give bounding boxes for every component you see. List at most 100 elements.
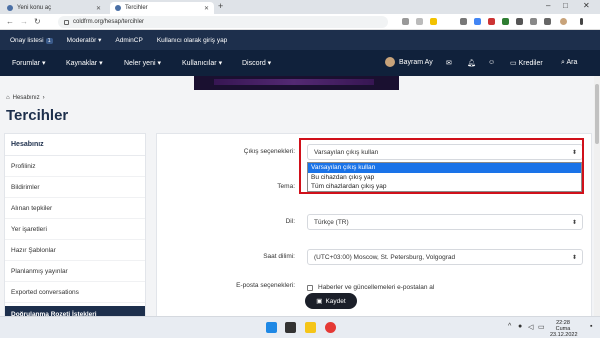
scrollbar-thumb[interactable]	[595, 84, 599, 144]
logout-style-dropdown: Varsayılan çıkış kullan Bu cihazdan çıkı…	[307, 162, 582, 192]
extension-icon[interactable]	[474, 18, 481, 25]
chevron-up-icon[interactable]: ^	[508, 323, 511, 330]
start-icon[interactable]	[266, 322, 277, 333]
battery-icon[interactable]: ▭	[538, 323, 545, 331]
sidebar-item-templates[interactable]: Hazır Şablonlar	[5, 240, 145, 261]
system-clock[interactable]: 22:28 Cuma 23.12.2022	[550, 320, 578, 338]
language-value: Türkçe (TR)	[314, 218, 349, 226]
sidebar-heading: Hesabınız	[5, 134, 145, 156]
user-menu[interactable]: Bayram Ay	[385, 57, 433, 67]
site-banner-image	[194, 76, 399, 90]
breadcrumb: ⌂ Hesabınız ›	[6, 95, 45, 101]
forward-icon[interactable]: →	[20, 17, 28, 26]
extension-icon[interactable]	[516, 18, 523, 25]
bell-icon[interactable]: 🔔︎	[467, 59, 476, 67]
sidebar-item-exported[interactable]: Exported conversations	[5, 282, 145, 303]
page-title: Tercihler	[6, 107, 69, 124]
close-window-button[interactable]: ✕	[583, 1, 590, 10]
timezone-select[interactable]: (UTC+03:00) Moscow, St. Petersburg, Volg…	[307, 249, 583, 265]
approval-count-badge: 1	[45, 37, 53, 44]
save-icon: ▣	[316, 298, 323, 305]
admincp-link[interactable]: AdminCP	[115, 37, 142, 44]
tab-tercihler[interactable]: Tercihler ✕	[110, 2, 214, 14]
nav-discord[interactable]: Discord ▾	[242, 59, 271, 67]
nav-forums[interactable]: Forumlar ▾	[12, 59, 45, 67]
home-icon[interactable]: ⌂	[6, 95, 10, 101]
profile-avatar-icon[interactable]	[560, 18, 567, 25]
account-sidebar: Hesabınız Profiliniz Bildirimler Alınan …	[4, 133, 146, 338]
task-view-icon[interactable]	[285, 322, 296, 333]
windows-taskbar: ^ ● ◁ ▭ 22:28 Cuma 23.12.2022 ▪	[0, 316, 600, 338]
page-scrollbar[interactable]	[594, 76, 600, 316]
user-name: Bayram Ay	[399, 58, 433, 66]
inbox-icon[interactable]: ✉	[446, 59, 452, 67]
tab-yeni-konu[interactable]: Yeni konu aç ✕	[2, 2, 106, 14]
main-nav: Forumlar ▾ Kaynaklar ▾ Neler yeni ▾ Kull…	[0, 50, 600, 76]
breadcrumb-separator: ›	[42, 95, 45, 101]
select-arrow-icon: ⬍	[571, 254, 577, 261]
extension-icon[interactable]	[402, 18, 409, 25]
site-favicon-icon	[7, 5, 13, 11]
language-select[interactable]: Türkçe (TR) ⬍	[307, 214, 583, 230]
back-icon[interactable]: ←	[6, 17, 14, 26]
puzzle-icon[interactable]	[530, 18, 537, 25]
email-options-label: E-posta seçenekleri:	[236, 282, 295, 289]
save-label: Kaydet	[325, 297, 346, 305]
notification-icon[interactable]: ▪	[590, 323, 592, 330]
new-tab-button[interactable]: +	[218, 1, 223, 11]
timezone-label: Saat dilimi:	[263, 253, 295, 260]
close-tab-icon[interactable]: ✕	[204, 5, 209, 12]
speaker-icon[interactable]: ◁	[528, 323, 533, 331]
browser-tab-strip: Yeni konu aç ✕ Tercihler ✕ + ‒ □ ✕	[0, 0, 600, 14]
search-link[interactable]: ⌕ Ara	[561, 59, 577, 67]
credits-link[interactable]: ▭ Krediler	[510, 59, 543, 67]
chrome-icon[interactable]	[325, 322, 336, 333]
select-arrow-icon: ⬍	[571, 219, 577, 226]
sidebar-item-notifications[interactable]: Bildirimler	[5, 177, 145, 198]
approval-queue-link[interactable]: Onay listesi 1	[10, 37, 53, 44]
url-text: coldfrm.org/hesap/tercihler	[73, 19, 145, 25]
sidebar-item-bookmarks[interactable]: Yer işaretleri	[5, 219, 145, 240]
logout-style-label: Çıkış seçenekleri:	[243, 148, 295, 155]
option-default-logout[interactable]: Varsayılan çıkış kullan	[308, 163, 581, 173]
moderator-menu[interactable]: Moderatör ▾	[67, 36, 102, 44]
nav-resources[interactable]: Kaynaklar ▾	[66, 59, 103, 67]
file-explorer-icon[interactable]	[305, 322, 316, 333]
sidebar-item-profile[interactable]: Profiliniz	[5, 156, 145, 177]
sidebar-item-scheduled[interactable]: Planlanmış yayınlar	[5, 261, 145, 282]
smile-icon[interactable]: ☺	[488, 59, 495, 66]
address-bar-row: ← → ↻ coldfrm.org/hesap/tercihler	[0, 14, 600, 30]
nav-whats-new[interactable]: Neler yeni ▾	[124, 59, 161, 67]
sidebar-item-reactions[interactable]: Alınan tepkiler	[5, 198, 145, 219]
close-tab-icon[interactable]: ✕	[96, 5, 101, 12]
extension-icon[interactable]	[460, 18, 467, 25]
checkbox-box[interactable]	[307, 284, 313, 291]
timezone-value: (UTC+03:00) Moscow, St. Petersburg, Volg…	[314, 253, 456, 261]
share-icon[interactable]	[416, 18, 423, 25]
sidebar-icon[interactable]	[544, 18, 551, 25]
bookmark-star-icon[interactable]	[430, 18, 437, 25]
site-favicon-icon	[115, 5, 121, 11]
admin-bar: Onay listesi 1 Moderatör ▾ AdminCP Kullan…	[0, 30, 600, 50]
maximize-button[interactable]: □	[563, 1, 568, 10]
search-label: Ara	[566, 59, 578, 66]
theme-label: Tema:	[277, 183, 295, 190]
nav-members[interactable]: Kullanıcılar ▾	[182, 59, 222, 67]
email-news-label: Haberler ve güncellemeleri e-postalan al	[318, 284, 435, 291]
approval-queue-label: Onay listesi	[10, 36, 44, 44]
language-label: Dil:	[285, 218, 295, 225]
save-button[interactable]: ▣ Kaydet	[305, 293, 357, 309]
reload-icon[interactable]: ↻	[34, 17, 41, 26]
login-as-user-link[interactable]: Kullanıcı olarak giriş yap	[157, 37, 227, 44]
extension-icon[interactable]	[488, 18, 495, 25]
option-logout-this-device[interactable]: Bu cihazdan çıkış yap	[308, 173, 581, 183]
menu-kebab-icon[interactable]	[580, 18, 583, 25]
tab-label: Tercihler	[125, 5, 148, 11]
breadcrumb-account-link[interactable]: Hesabınız	[13, 95, 40, 101]
email-news-checkbox[interactable]: Haberler ve güncellemeleri e-postalan al	[307, 284, 434, 291]
option-logout-all-devices[interactable]: Tüm cihazlardan çıkış yap	[308, 182, 581, 192]
url-field[interactable]: coldfrm.org/hesap/tercihler	[58, 16, 388, 28]
microphone-icon[interactable]: ●	[518, 323, 522, 330]
minimize-button[interactable]: ‒	[546, 1, 550, 10]
extension-icon[interactable]	[502, 18, 509, 25]
